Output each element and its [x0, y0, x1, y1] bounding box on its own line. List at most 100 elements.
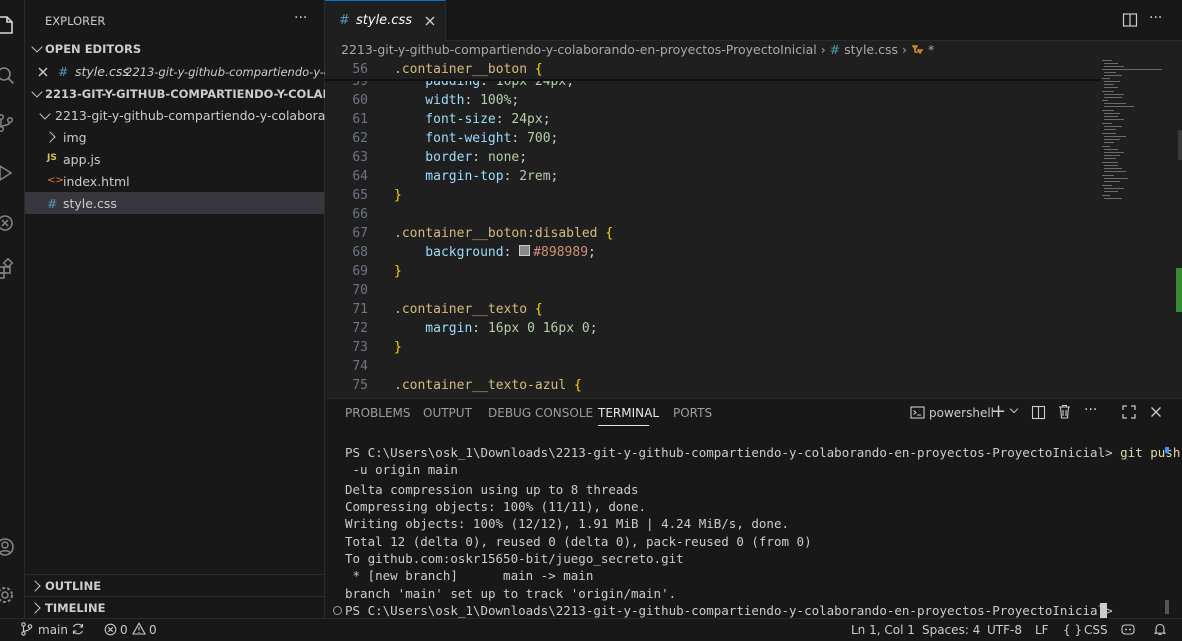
symbol-class-icon: [911, 45, 924, 55]
css-value: 16px 0 16px 0: [487, 321, 590, 336]
end-of-line[interactable]: LF: [1035, 623, 1049, 637]
tab-problems[interactable]: PROBLEMS: [345, 406, 411, 420]
branch-label[interactable]: main: [38, 623, 68, 637]
tab-terminal[interactable]: TERMINAL: [598, 406, 659, 420]
git-branch-icon: [21, 622, 33, 636]
open-editor-item[interactable]: # style.css 2213-git-y-github-compartien…: [25, 61, 341, 83]
editor-area[interactable]: [325, 0, 1182, 398]
code-line[interactable]: font-size: 24px;: [394, 112, 550, 127]
close-icon[interactable]: [424, 15, 436, 27]
css-value: 16px 24px: [495, 80, 567, 89]
code-line[interactable]: font-weight: 700;: [394, 131, 558, 146]
panel-more-button[interactable]: ···: [1084, 402, 1097, 418]
punctuation: :: [472, 321, 488, 336]
source-control-icon[interactable]: [0, 112, 16, 134]
encoding[interactable]: UTF-8: [987, 623, 1022, 637]
punctuation: :: [511, 131, 528, 146]
sticky-scroll-shadow: [325, 79, 1100, 81]
color-swatch[interactable]: [519, 245, 531, 256]
code-line[interactable]: background: #898989;: [394, 245, 596, 260]
search-icon[interactable]: [0, 64, 16, 86]
code-line[interactable]: .container__texto {: [394, 302, 543, 317]
workspace-folder-header[interactable]: 2213-GIT-Y-GITHUB-COMPARTIENDO-Y-COLABOR…: [45, 87, 363, 101]
breadcrumb-file[interactable]: style.css: [844, 42, 898, 57]
code-line[interactable]: .container__texto-azul {: [394, 378, 582, 393]
account-icon[interactable]: [0, 536, 16, 558]
css-property: font-weight: [394, 131, 512, 146]
file-item-img[interactable]: img: [63, 130, 87, 145]
css-property: width: [394, 93, 465, 108]
run-debug-icon[interactable]: [0, 162, 16, 184]
files-icon[interactable]: [0, 14, 16, 36]
new-terminal-button[interactable]: +: [991, 401, 1006, 422]
split-editor-icon[interactable]: [1122, 12, 1138, 28]
timeline-header[interactable]: TIMELINE: [45, 601, 106, 615]
file-item-appjs[interactable]: app.js: [63, 152, 101, 167]
editor-scrollbar[interactable]: [1178, 130, 1182, 160]
code-line[interactable]: border: none;: [394, 150, 527, 165]
css-selector: .container__texto-azul: [394, 378, 567, 393]
language-mode[interactable]: CSS: [1084, 623, 1108, 637]
trash-icon[interactable]: [1057, 404, 1072, 420]
language-braces-icon: { }: [1063, 623, 1083, 637]
line-number: 59: [352, 80, 368, 89]
css-file-icon: #: [339, 13, 350, 28]
file-item-indexhtml[interactable]: index.html: [63, 174, 130, 189]
close-icon[interactable]: [37, 66, 49, 78]
css-file-icon: #: [829, 42, 841, 57]
divider: [25, 574, 324, 575]
terminal-line: Delta compression using up to 8 threads: [345, 482, 639, 497]
punctuation: ;: [550, 169, 559, 184]
folder-item[interactable]: 2213-git-y-github-compartiendo-y-colabor…: [55, 108, 337, 123]
punctuation: ;: [550, 131, 559, 146]
extensions-icon[interactable]: [0, 258, 16, 280]
bell-icon[interactable]: [1153, 622, 1167, 636]
punctuation: ;: [588, 245, 596, 260]
code-line[interactable]: padding: 16px 24px;: [394, 80, 574, 90]
maximize-panel-icon[interactable]: [1122, 405, 1136, 419]
copilot-icon[interactable]: [1120, 622, 1136, 636]
error-count[interactable]: 0: [120, 623, 128, 637]
tab-stylecss[interactable]: # style.css: [325, 0, 446, 42]
code-line[interactable]: }: [394, 264, 402, 279]
line-number: 67: [352, 226, 368, 241]
cursor-position[interactable]: Ln 1, Col 1: [851, 623, 915, 637]
open-editor-name: style.css: [75, 64, 129, 79]
code-line[interactable]: margin: 16px 0 16px 0;: [394, 321, 598, 336]
terminal-prompt-line[interactable]: PS C:\Users\osk_1\Downloads\2213-git-y-g…: [345, 603, 1120, 618]
close-icon[interactable]: [1150, 406, 1162, 418]
css-value: 2rem: [519, 169, 551, 184]
tab-ports[interactable]: PORTS: [673, 406, 712, 420]
open-editors-header[interactable]: OPEN EDITORS: [45, 42, 141, 56]
brace: }: [394, 188, 402, 203]
remote-explorer-icon[interactable]: [0, 212, 16, 234]
punctuation: ;: [511, 93, 520, 108]
tab-debug-console[interactable]: DEBUG CONSOLE: [488, 406, 593, 420]
shell-label[interactable]: powershell: [929, 406, 994, 420]
terminal-scrollbar[interactable]: [1165, 600, 1169, 614]
breadcrumb-symbol[interactable]: *: [928, 42, 934, 57]
file-item-stylecss[interactable]: style.css: [63, 196, 117, 211]
warning-count[interactable]: 0: [149, 623, 157, 637]
explorer-more-button[interactable]: ···: [294, 10, 307, 26]
gear-icon[interactable]: [0, 584, 16, 606]
error-icon[interactable]: [104, 623, 117, 636]
code-line[interactable]: margin-top: 2rem;: [394, 169, 558, 184]
outline-header[interactable]: OUTLINE: [45, 579, 101, 593]
editor-more-button[interactable]: ···: [1149, 10, 1162, 26]
breadcrumb-folder[interactable]: 2213-git-y-github-compartiendo-y-colabor…: [341, 42, 817, 57]
punctuation: ;: [589, 321, 598, 336]
code-line[interactable]: }: [394, 188, 402, 203]
code-line[interactable]: .container__boton {: [394, 62, 543, 77]
code-line[interactable]: .container__boton:disabled {: [394, 226, 613, 241]
code-line[interactable]: width: 100%;: [394, 93, 519, 108]
code-line[interactable]: }: [394, 340, 402, 355]
css-property: border: [394, 150, 473, 165]
minimap[interactable]: [1100, 58, 1166, 208]
warning-icon[interactable]: [132, 622, 146, 635]
sync-icon[interactable]: [71, 622, 85, 636]
indentation[interactable]: Spaces: 4: [922, 623, 980, 637]
tab-output[interactable]: OUTPUT: [423, 406, 472, 420]
split-terminal-icon[interactable]: [1031, 405, 1046, 420]
scrollbar-git-marker: [1176, 268, 1182, 312]
